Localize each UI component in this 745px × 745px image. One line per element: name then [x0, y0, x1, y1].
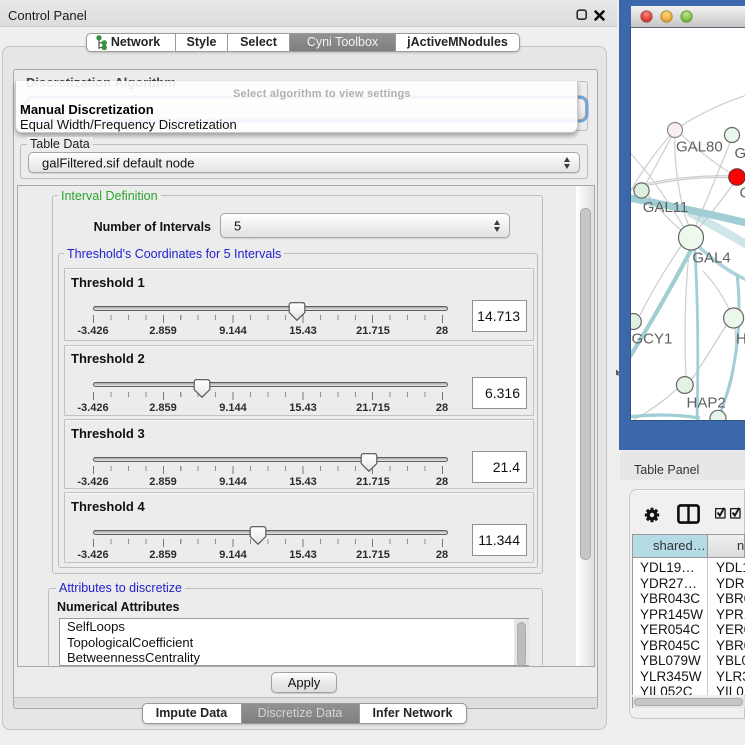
- svg-text:GA: GA: [735, 145, 745, 162]
- svg-text:C: C: [740, 185, 745, 202]
- svg-text:GAL4: GAL4: [692, 250, 730, 267]
- svg-text:GAL80: GAL80: [676, 139, 723, 156]
- svg-text:H: H: [736, 331, 745, 348]
- svg-text:GAL11: GAL11: [643, 199, 689, 216]
- svg-text:HAP2: HAP2: [687, 395, 726, 412]
- svg-text:GCY1: GCY1: [632, 331, 673, 348]
